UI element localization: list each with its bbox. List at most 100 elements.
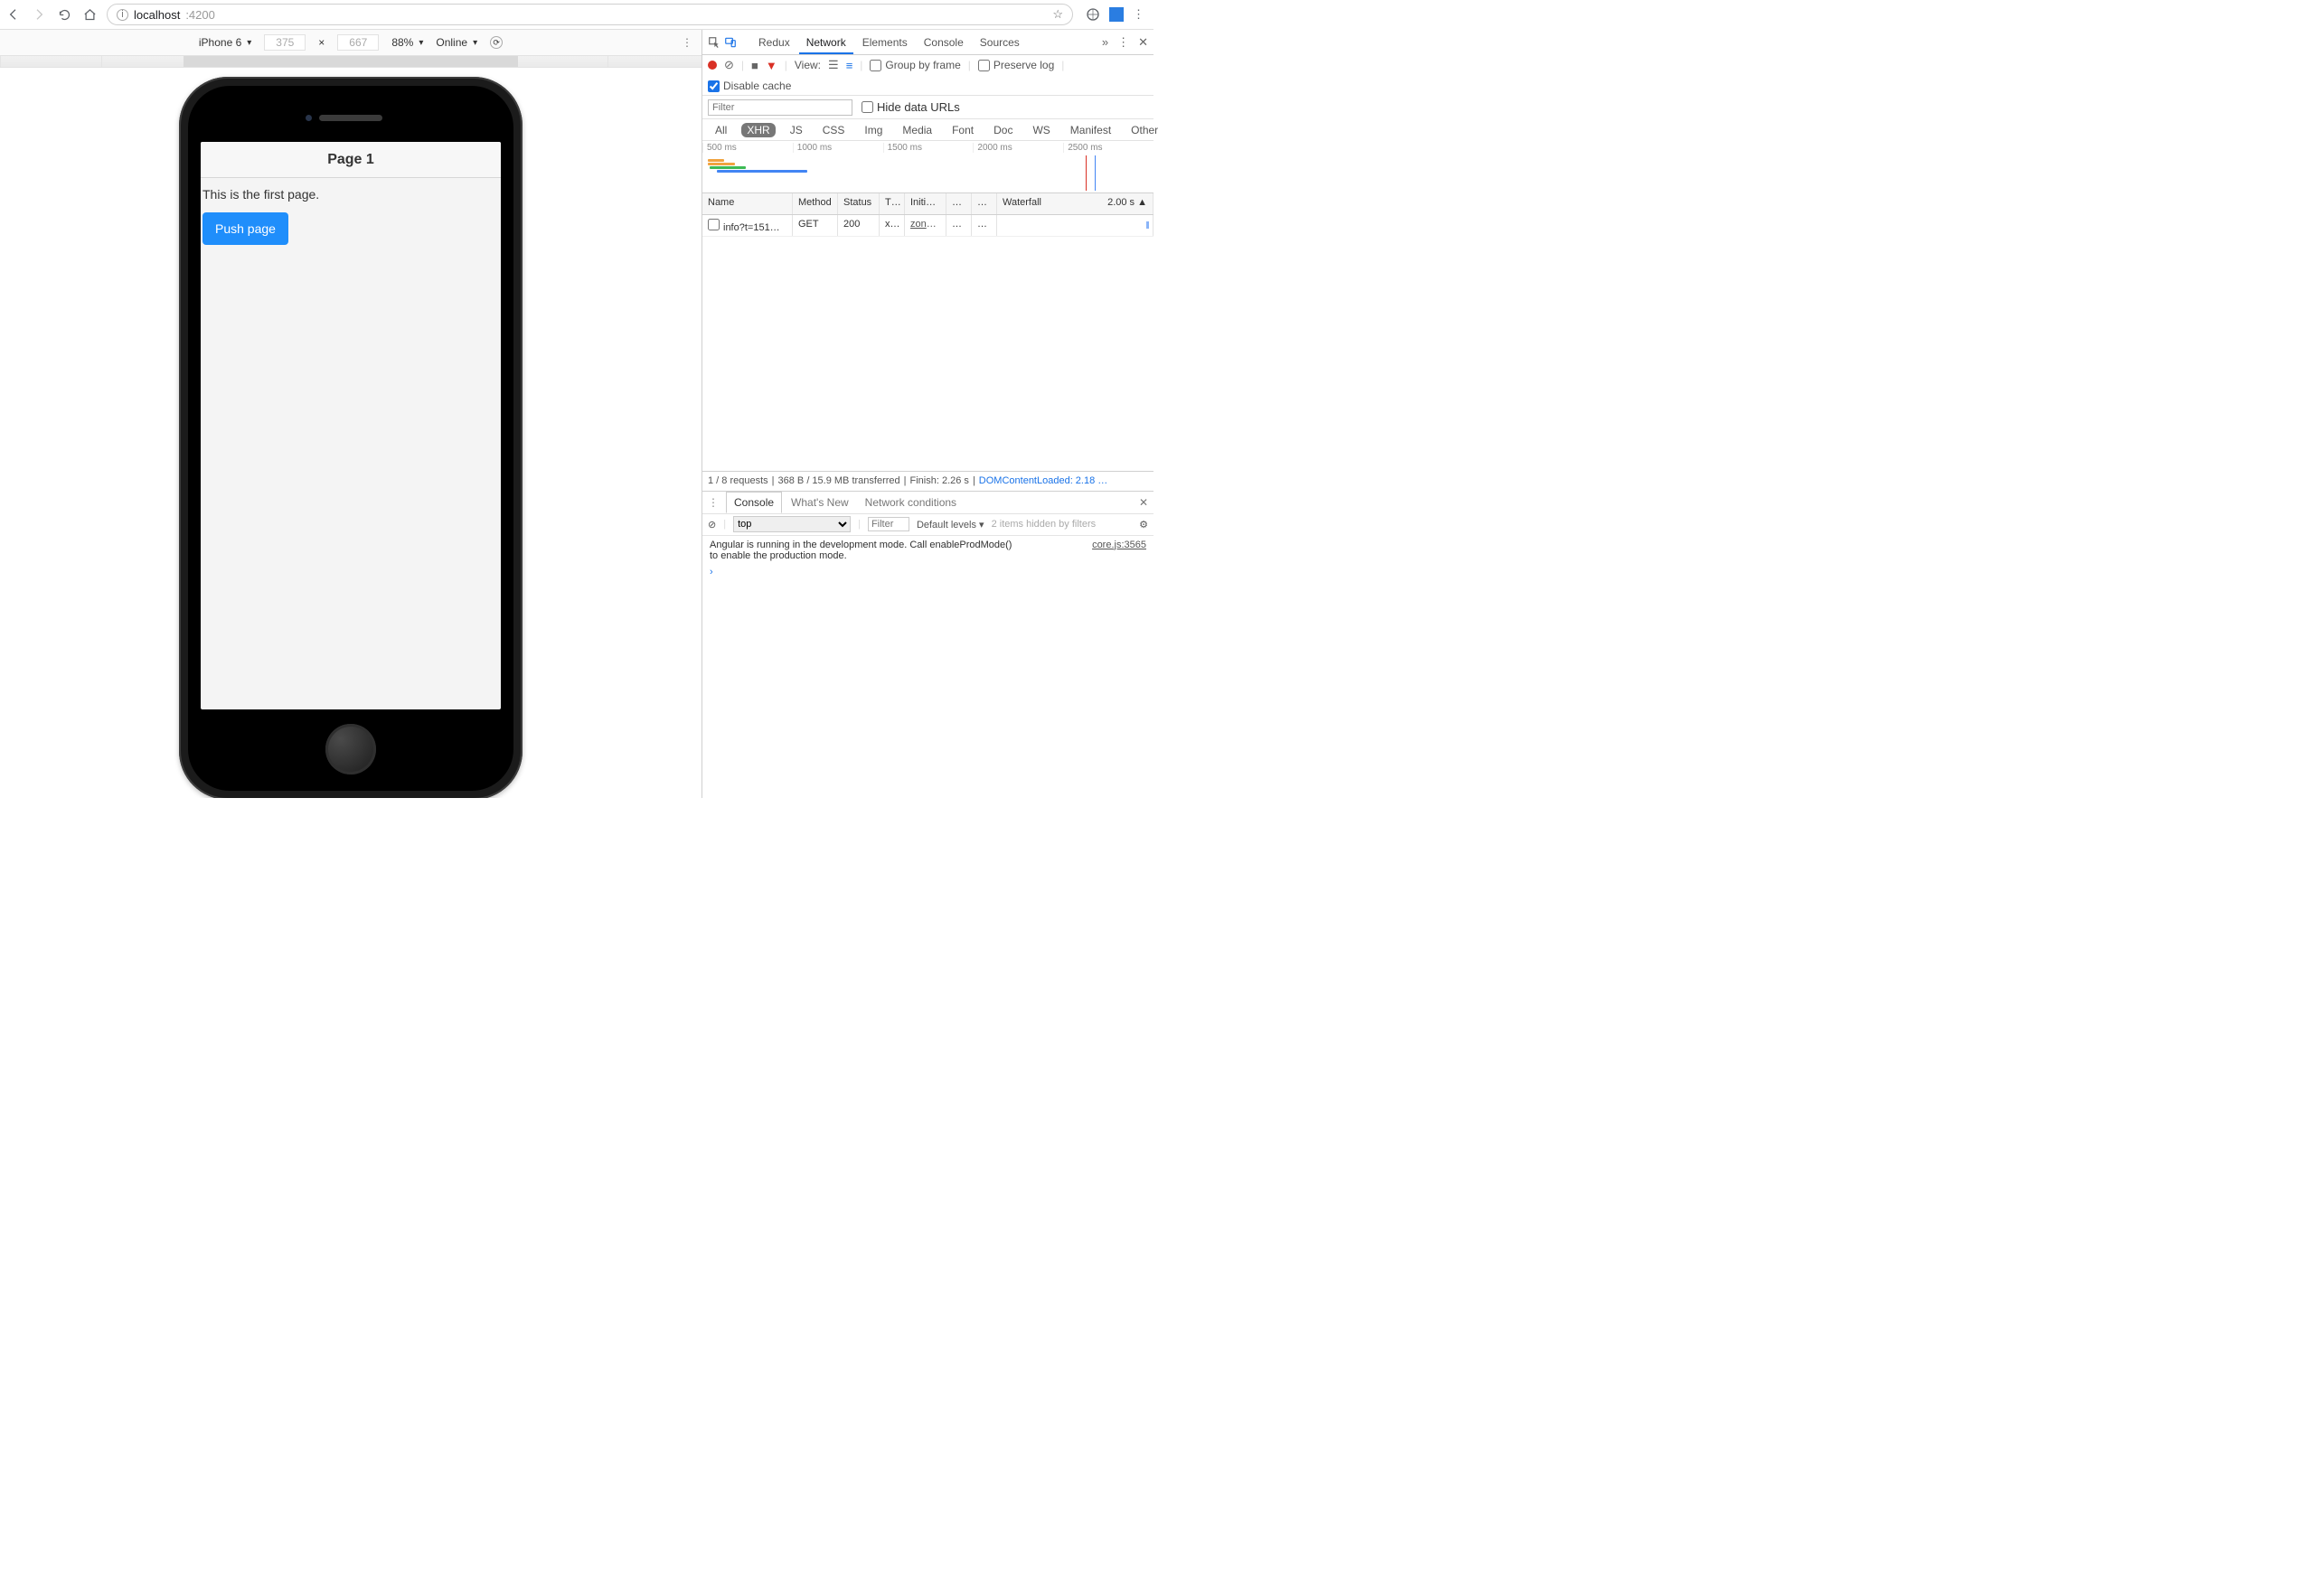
push-page-button[interactable]: Push page	[202, 212, 288, 245]
filter-icon[interactable]: ▼	[766, 59, 777, 72]
url-host: localhost	[134, 8, 180, 22]
group-by-frame-checkbox[interactable]: Group by frame	[870, 59, 960, 71]
device-width-input[interactable]: 375	[264, 34, 306, 51]
network-table-header: Name Method Status T… Initia… … … Waterf…	[702, 193, 1154, 215]
network-type-filter: All XHR JS CSS Img Media Font Doc WS Man…	[702, 119, 1154, 141]
device-height-input[interactable]: 667	[337, 34, 379, 51]
more-tabs-icon[interactable]: »	[1102, 35, 1108, 50]
devtools-panel: Redux Network Elements Console Sources »…	[702, 30, 1154, 798]
view-label: View:	[795, 59, 821, 71]
col-type[interactable]: T…	[880, 193, 905, 214]
throttle-select[interactable]: Online	[436, 36, 477, 49]
table-row[interactable]: info?t=151… GET 200 xhr zone… … …	[702, 215, 1154, 237]
col-size[interactable]: …	[946, 193, 972, 214]
large-rows-icon[interactable]: ☰	[828, 58, 839, 72]
col-time[interactable]: …	[972, 193, 997, 214]
network-filter-input[interactable]	[708, 99, 852, 116]
devtools-tabbar: Redux Network Elements Console Sources »…	[702, 30, 1154, 55]
console-toolbar: ⊘ | top | Default levels ▾ 2 items hidde…	[702, 514, 1154, 536]
network-table-body: info?t=151… GET 200 xhr zone… … …	[702, 215, 1154, 471]
tab-console[interactable]: Console	[917, 31, 971, 54]
col-initiator[interactable]: Initia…	[905, 193, 946, 214]
toggle-device-icon[interactable]	[724, 36, 739, 49]
network-toolbar: ⊘ | ■ ▼ | View: ☰ ≡ | Group by frame | P…	[702, 55, 1154, 96]
type-xhr[interactable]: XHR	[741, 123, 775, 137]
drawer-tab-netcond[interactable]: Network conditions	[858, 493, 964, 512]
tab-redux[interactable]: Redux	[751, 31, 797, 54]
type-all[interactable]: All	[710, 123, 732, 137]
waterfall-view-icon[interactable]: ≡	[846, 59, 853, 72]
type-img[interactable]: Img	[859, 123, 888, 137]
phone-speaker-icon	[319, 115, 382, 121]
reload-button[interactable]	[56, 6, 72, 23]
clear-icon[interactable]: ⊘	[724, 58, 734, 72]
device-menu-icon[interactable]: ⋮	[682, 36, 692, 49]
col-status[interactable]: Status	[838, 193, 880, 214]
type-css[interactable]: CSS	[817, 123, 851, 137]
record-icon[interactable]	[708, 61, 717, 70]
col-name[interactable]: Name	[702, 193, 793, 214]
preserve-log-checkbox[interactable]: Preserve log	[978, 59, 1054, 71]
home-button[interactable]	[81, 6, 98, 23]
app-title: Page 1	[201, 142, 501, 178]
viewport-pane: iPhone 6 375 × 667 88% Online ⟳ ⋮ Page 1…	[0, 30, 702, 798]
type-other[interactable]: Other	[1125, 123, 1163, 137]
screenshot-icon[interactable]: ■	[751, 59, 758, 72]
console-prompt-icon[interactable]: ›	[710, 567, 1146, 577]
drawer-tabbar: ⋮ Console What's New Network conditions …	[702, 491, 1154, 514]
network-timeline[interactable]: 500 ms 1000 ms 1500 ms 2000 ms 2500 ms	[702, 141, 1154, 193]
row-checkbox[interactable]	[708, 219, 720, 230]
console-body[interactable]: Angular is running in the development mo…	[702, 536, 1154, 799]
dimension-separator: ×	[318, 36, 325, 49]
console-message: Angular is running in the development mo…	[710, 540, 1017, 561]
type-js[interactable]: JS	[785, 123, 808, 137]
type-manifest[interactable]: Manifest	[1065, 123, 1116, 137]
extension-icon[interactable]	[1109, 7, 1124, 22]
phone-camera-icon	[306, 115, 312, 121]
console-filter-input[interactable]	[868, 517, 909, 531]
chrome-menu-icon[interactable]: ⋮	[1133, 7, 1144, 22]
network-summary: 1 / 8 requests| 368 B / 15.9 MB transfer…	[702, 471, 1154, 491]
type-ws[interactable]: WS	[1027, 123, 1055, 137]
console-levels-select[interactable]: Default levels ▾	[917, 519, 984, 530]
app-screen: Page 1 This is the first page. Push page	[201, 142, 501, 709]
console-settings-icon[interactable]: ⚙	[1139, 519, 1148, 530]
drawer-close-icon[interactable]: ✕	[1139, 496, 1148, 509]
tab-network[interactable]: Network	[799, 31, 853, 54]
tab-sources[interactable]: Sources	[973, 31, 1027, 54]
address-bar[interactable]: i localhost :4200 ☆	[107, 4, 1073, 25]
tab-elements[interactable]: Elements	[855, 31, 915, 54]
console-source-link[interactable]: core.js:3565	[1092, 540, 1146, 561]
phone-frame: Page 1 This is the first page. Push page	[179, 77, 523, 798]
type-media[interactable]: Media	[897, 123, 937, 137]
rotate-icon[interactable]: ⟳	[490, 36, 503, 49]
bookmark-star-icon[interactable]: ☆	[1052, 7, 1063, 22]
type-font[interactable]: Font	[946, 123, 979, 137]
console-context-select[interactable]: top	[733, 516, 851, 532]
devtools-close-icon[interactable]: ✕	[1138, 35, 1148, 50]
drawer-menu-icon[interactable]: ⋮	[708, 496, 724, 509]
zoom-select[interactable]: 88%	[391, 36, 423, 49]
device-ruler	[0, 55, 702, 68]
console-hidden-label: 2 items hidden by filters	[992, 519, 1097, 530]
devtools-menu-icon[interactable]: ⋮	[1117, 35, 1129, 50]
device-toolbar: iPhone 6 375 × 667 88% Online ⟳ ⋮	[0, 30, 702, 55]
app-body-text: This is the first page.	[202, 187, 499, 202]
phone-home-button[interactable]	[325, 724, 376, 775]
inspect-element-icon[interactable]	[708, 36, 722, 49]
browser-chrome-bar: i localhost :4200 ☆ ⋮	[0, 0, 1154, 30]
forward-button[interactable]	[31, 6, 47, 23]
col-waterfall[interactable]: Waterfall 2.00 s ▲	[997, 193, 1154, 214]
type-doc[interactable]: Doc	[988, 123, 1018, 137]
redux-devtools-extension-icon[interactable]	[1086, 7, 1100, 22]
drawer-tab-whatsnew[interactable]: What's New	[784, 493, 856, 512]
hide-data-urls-checkbox[interactable]: Hide data URLs	[862, 100, 960, 114]
disable-cache-checkbox[interactable]: Disable cache	[708, 80, 791, 92]
col-method[interactable]: Method	[793, 193, 838, 214]
console-clear-icon[interactable]: ⊘	[708, 519, 716, 530]
drawer-tab-console[interactable]: Console	[726, 492, 782, 513]
site-info-icon[interactable]: i	[117, 9, 128, 21]
back-button[interactable]	[5, 6, 22, 23]
url-port: :4200	[185, 8, 215, 22]
device-select[interactable]: iPhone 6	[199, 36, 251, 49]
